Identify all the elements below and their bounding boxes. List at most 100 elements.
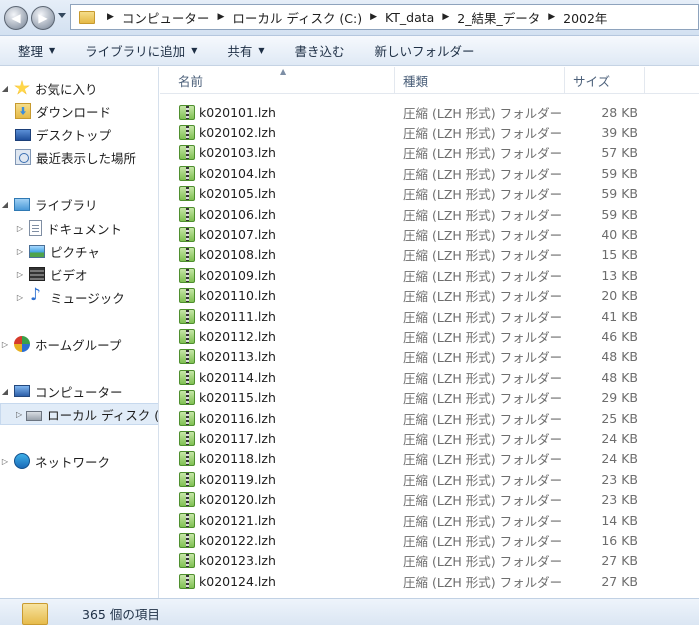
history-dropdown-icon[interactable] xyxy=(58,13,66,18)
forward-arrow-icon: ▶ xyxy=(38,11,48,25)
chevron-right-icon[interactable]: ▶ xyxy=(217,12,224,22)
file-type: 圧縮 (LZH 形式) フォルダー xyxy=(403,166,563,182)
nav-music[interactable]: ▷ ミュージック xyxy=(15,285,125,308)
breadcrumb-separator[interactable]: ▶ xyxy=(99,12,122,22)
file-row[interactable]: k020121.lzh 圧縮 (LZH 形式) フォルダー 14 KB xyxy=(160,510,699,530)
collapsed-triangle-icon[interactable]: ▷ xyxy=(0,457,10,466)
file-name: k020124.lzh xyxy=(199,573,276,589)
breadcrumb-item-kt-data[interactable]: KT_data ▶ xyxy=(385,10,457,25)
file-row[interactable]: k020111.lzh 圧縮 (LZH 形式) フォルダー 41 KB xyxy=(160,306,699,326)
file-row[interactable]: k020113.lzh 圧縮 (LZH 形式) フォルダー 48 KB xyxy=(160,347,699,367)
nav-libraries[interactable]: ◢ ライブラリ xyxy=(0,193,98,215)
file-name: k020104.lzh xyxy=(199,165,276,181)
file-type: 圧縮 (LZH 形式) フォルダー xyxy=(403,187,563,203)
collapsed-triangle-icon[interactable]: ▷ xyxy=(15,247,25,256)
back-button[interactable]: ◀ xyxy=(4,6,28,30)
file-type: 圧縮 (LZH 形式) フォルダー xyxy=(403,452,563,468)
column-type[interactable]: 種類 xyxy=(395,67,565,94)
nav-computer[interactable]: ◢ コンピューター xyxy=(0,380,123,402)
caret-down-icon: ▼ xyxy=(258,46,265,55)
chevron-right-icon[interactable]: ▶ xyxy=(442,12,449,22)
file-row[interactable]: k020117.lzh 圧縮 (LZH 形式) フォルダー 24 KB xyxy=(160,428,699,448)
column-size[interactable]: サイズ xyxy=(565,67,645,94)
collapsed-triangle-icon[interactable]: ▷ xyxy=(15,270,25,279)
file-row[interactable]: k020108.lzh 圧縮 (LZH 形式) フォルダー 15 KB xyxy=(160,245,699,265)
file-type: 圧縮 (LZH 形式) フォルダー xyxy=(403,411,563,427)
file-row[interactable]: k020104.lzh 圧縮 (LZH 形式) フォルダー 59 KB xyxy=(160,163,699,183)
breadcrumb-item-2002[interactable]: 2002年 xyxy=(563,8,607,27)
file-row[interactable]: k020107.lzh 圧縮 (LZH 形式) フォルダー 40 KB xyxy=(160,224,699,244)
zip-folder-icon xyxy=(179,288,195,304)
share-button[interactable]: 共有 ▼ xyxy=(227,41,264,60)
zip-folder-icon xyxy=(179,308,195,324)
zip-folder-icon xyxy=(179,328,195,344)
forward-button[interactable]: ▶ xyxy=(31,6,55,30)
nav-downloads[interactable]: ダウンロード xyxy=(15,100,111,122)
file-row[interactable]: k020101.lzh 圧縮 (LZH 形式) フォルダー 28 KB xyxy=(160,102,699,122)
expanded-triangle-icon[interactable]: ◢ xyxy=(0,387,10,396)
file-size: 24 KB xyxy=(601,451,638,467)
file-type: 圧縮 (LZH 形式) フォルダー xyxy=(403,574,563,590)
nav-videos[interactable]: ▷ ビデオ xyxy=(15,263,88,285)
chevron-right-icon[interactable]: ▶ xyxy=(370,12,377,22)
zip-folder-icon xyxy=(179,471,195,487)
file-type: 圧縮 (LZH 形式) フォルダー xyxy=(403,289,563,305)
nav-recent-places[interactable]: 最近表示した場所 xyxy=(15,146,136,168)
caret-down-icon: ▼ xyxy=(49,46,56,55)
zip-folder-icon xyxy=(179,451,195,467)
nav-desktop[interactable]: デスクトップ xyxy=(15,123,111,145)
folder-icon xyxy=(22,603,48,625)
collapsed-triangle-icon[interactable]: ▷ xyxy=(15,224,25,233)
add-to-library-button[interactable]: ライブラリに追加 ▼ xyxy=(85,41,197,60)
organize-button[interactable]: 整理 ▼ xyxy=(18,41,55,60)
file-row[interactable]: k020124.lzh 圧縮 (LZH 形式) フォルダー 27 KB xyxy=(160,571,699,591)
navigation-pane: ◢ お気に入り ダウンロード デスクトップ 最近表示した場所 ◢ ライブラリ ▷… xyxy=(0,67,159,598)
burn-button[interactable]: 書き込む xyxy=(295,41,345,60)
add-to-library-label: ライブラリに追加 xyxy=(85,44,186,59)
file-row[interactable]: k020102.lzh 圧縮 (LZH 形式) フォルダー 39 KB xyxy=(160,122,699,142)
file-name: k020109.lzh xyxy=(199,267,276,283)
file-row[interactable]: k020123.lzh 圧縮 (LZH 形式) フォルダー 27 KB xyxy=(160,551,699,571)
expanded-triangle-icon[interactable]: ◢ xyxy=(0,84,10,93)
file-name: k020102.lzh xyxy=(199,125,276,141)
nav-pictures[interactable]: ▷ ピクチャ xyxy=(15,240,100,262)
nav-favorites[interactable]: ◢ お気に入り xyxy=(0,77,98,99)
collapsed-triangle-icon[interactable]: ▷ xyxy=(0,340,10,349)
file-row[interactable]: k020116.lzh 圧縮 (LZH 形式) フォルダー 25 KB xyxy=(160,408,699,428)
collapsed-triangle-icon[interactable]: ▷ xyxy=(15,293,25,302)
breadcrumb-item-results-data[interactable]: 2_結果_データ ▶ xyxy=(457,8,563,27)
file-row[interactable]: k020114.lzh 圧縮 (LZH 形式) フォルダー 48 KB xyxy=(160,367,699,387)
file-row[interactable]: k020118.lzh 圧縮 (LZH 形式) フォルダー 24 KB xyxy=(160,449,699,469)
file-type: 圧縮 (LZH 形式) フォルダー xyxy=(403,329,563,345)
new-folder-button[interactable]: 新しいフォルダー xyxy=(375,41,475,60)
file-row[interactable]: k020103.lzh 圧縮 (LZH 形式) フォルダー 57 KB xyxy=(160,143,699,163)
nav-label: ミュージック xyxy=(50,290,125,306)
file-size: 59 KB xyxy=(601,165,638,181)
file-row[interactable]: k020120.lzh 圧縮 (LZH 形式) フォルダー 23 KB xyxy=(160,489,699,509)
file-row[interactable]: k020109.lzh 圧縮 (LZH 形式) フォルダー 13 KB xyxy=(160,265,699,285)
file-name: k020118.lzh xyxy=(199,451,276,467)
nav-local-disk[interactable]: ▷ ローカル ディスク ( xyxy=(0,403,158,425)
file-size: 57 KB xyxy=(601,145,638,161)
nav-homegroup[interactable]: ▷ ホームグループ xyxy=(0,333,121,355)
chevron-right-icon[interactable]: ▶ xyxy=(548,12,555,22)
collapsed-triangle-icon[interactable]: ▷ xyxy=(16,410,22,419)
nav-documents[interactable]: ▷ ドキュメント xyxy=(15,217,122,239)
expanded-triangle-icon[interactable]: ◢ xyxy=(0,200,10,209)
zip-folder-icon xyxy=(179,125,195,141)
file-row[interactable]: k020119.lzh 圧縮 (LZH 形式) フォルダー 23 KB xyxy=(160,469,699,489)
breadcrumb[interactable]: ▶ コンピューター ▶ ローカル ディスク (C:) ▶ KT_data ▶ 2_結果… xyxy=(70,4,699,30)
file-row[interactable]: k020122.lzh 圧縮 (LZH 形式) フォルダー 16 KB xyxy=(160,530,699,550)
file-type: 圧縮 (LZH 形式) フォルダー xyxy=(403,513,563,529)
file-row[interactable]: k020112.lzh 圧縮 (LZH 形式) フォルダー 46 KB xyxy=(160,326,699,346)
breadcrumb-item-local-disk[interactable]: ローカル ディスク (C:) ▶ xyxy=(232,8,385,27)
file-row[interactable]: k020110.lzh 圧縮 (LZH 形式) フォルダー 20 KB xyxy=(160,286,699,306)
file-row[interactable]: k020105.lzh 圧縮 (LZH 形式) フォルダー 59 KB xyxy=(160,184,699,204)
nav-network[interactable]: ▷ ネットワーク xyxy=(0,450,110,472)
file-type: 圧縮 (LZH 形式) フォルダー xyxy=(403,431,563,447)
file-row[interactable]: k020106.lzh 圧縮 (LZH 形式) フォルダー 59 KB xyxy=(160,204,699,224)
file-name: k020123.lzh xyxy=(199,553,276,569)
file-row[interactable]: k020115.lzh 圧縮 (LZH 形式) フォルダー 29 KB xyxy=(160,387,699,407)
breadcrumb-item-computer[interactable]: コンピューター ▶ xyxy=(122,8,232,27)
file-size: 41 KB xyxy=(601,308,638,324)
